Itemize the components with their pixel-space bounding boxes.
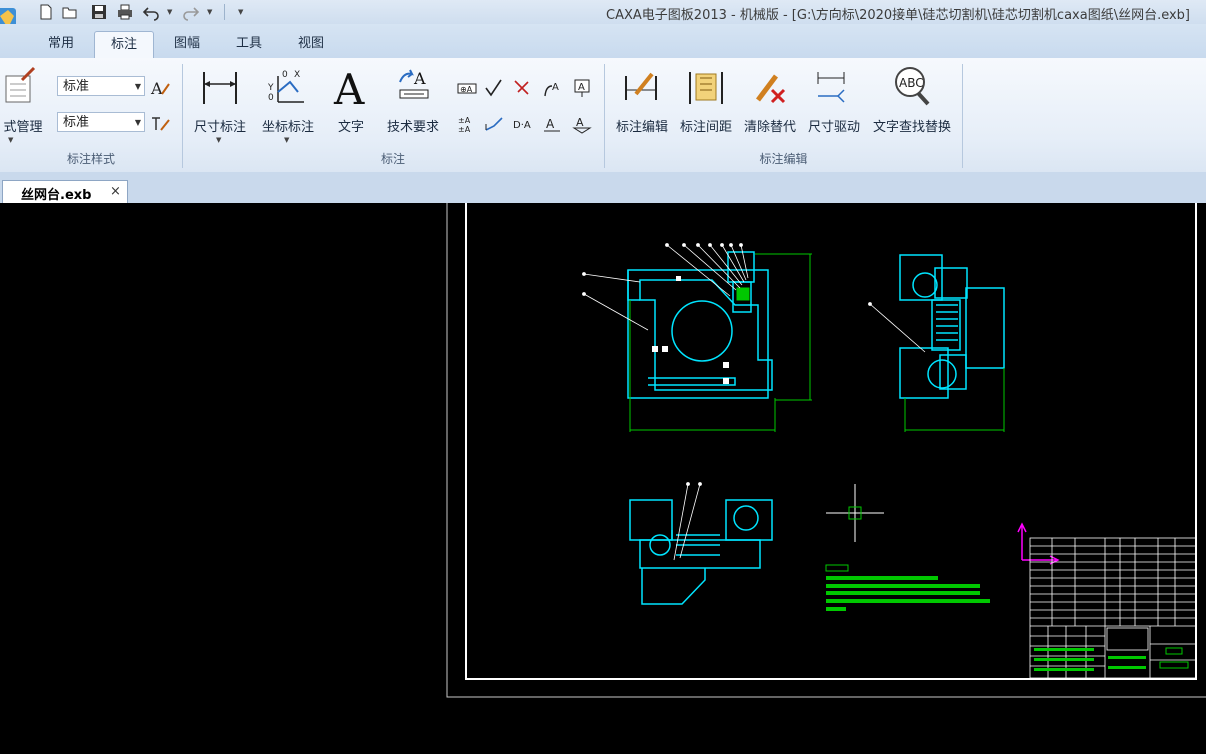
tech-requirement-label: 技术要求 <box>386 120 439 135</box>
dim-spacing-button[interactable]: 标注间距 <box>674 64 738 144</box>
undo-icon[interactable] <box>142 3 160 21</box>
chevron-down-icon: ▼ <box>134 118 141 127</box>
tab-tools[interactable]: 工具 <box>222 31 276 58</box>
ribbon-tabs: 常用 标注 图幅 工具 视图 <box>0 24 1206 59</box>
tab-view[interactable]: 视图 <box>284 31 338 58</box>
center-mark-icon[interactable]: A <box>572 78 592 98</box>
style-manage-icon <box>5 66 36 103</box>
roughness-icon[interactable] <box>484 78 504 98</box>
dim-spacing-icon <box>689 72 723 104</box>
flip-text-icon[interactable]: A <box>572 114 592 134</box>
text-style-combo[interactable]: 标准 ▼ <box>57 76 145 96</box>
redo-dropdown-icon[interactable]: ▼ <box>207 8 212 16</box>
undo-dropdown-icon[interactable]: ▼ <box>167 8 172 16</box>
svg-text:0: 0 <box>268 93 274 103</box>
text-label: 文字 <box>337 120 364 135</box>
chain-dim-icon[interactable]: ±A±A <box>457 114 477 134</box>
svg-text:ABC: ABC <box>899 76 924 90</box>
text-icon: A <box>333 66 365 108</box>
print-icon[interactable] <box>116 3 134 21</box>
svg-text:A: A <box>150 79 163 98</box>
svg-text:Y: Y <box>268 83 274 93</box>
document-tab-name: 丝网台.exb <box>21 188 92 203</box>
slope-icon[interactable]: A <box>542 114 562 134</box>
edit-dim-label: 标注编辑 <box>615 120 668 135</box>
svg-text:±A: ±A <box>458 116 471 125</box>
svg-text:A: A <box>413 69 426 88</box>
save-icon[interactable] <box>90 3 108 21</box>
annotation-group-label: 标注 <box>380 152 405 166</box>
coordinate-dim-dropdown-icon[interactable]: ▼ <box>284 136 289 144</box>
tech-requirement-icon: A <box>399 69 429 99</box>
dimension-label: 尺寸标注 <box>193 120 246 135</box>
title-bar: ▼ ▼ ▼ CAXA电子图板2013 - 机械版 - [G:\方向标\2020接… <box>0 0 1206 30</box>
tab-common[interactable]: 常用 <box>34 31 88 58</box>
new-icon[interactable] <box>37 3 55 21</box>
svg-text:A: A <box>546 117 555 131</box>
dim-style-value: 标准 <box>63 115 90 130</box>
clear-override-button[interactable]: 清除替代 <box>738 64 802 144</box>
svg-text:±A: ±A <box>458 125 471 134</box>
drawing-canvas[interactable] <box>0 203 1206 754</box>
chevron-down-icon: ▼ <box>134 82 141 91</box>
svg-text:A: A <box>578 82 585 93</box>
clear-override-label: 清除替代 <box>743 120 796 135</box>
open-icon[interactable] <box>61 3 79 21</box>
dim-spacing-label: 标注间距 <box>679 120 732 135</box>
document-tab-bar: 丝网台.exb × <box>0 172 1206 203</box>
leader-icon[interactable]: A <box>542 78 562 98</box>
datum-icon[interactable]: ⊕A <box>457 78 477 98</box>
text-style-value: 标准 <box>63 79 90 94</box>
dim-style-combo[interactable]: 标准 ▼ <box>57 112 145 132</box>
coordinate-dim-icon: 0 XY0 <box>268 70 304 103</box>
svg-text:A: A <box>576 116 584 129</box>
svg-text:A: A <box>333 66 365 108</box>
svg-text:A: A <box>552 82 559 93</box>
qa-separator <box>224 4 225 20</box>
dim-style-icon[interactable] <box>150 114 170 134</box>
svg-text:X: X <box>294 70 300 80</box>
find-replace-label: 文字查找替换 <box>872 120 951 135</box>
svg-text:0: 0 <box>282 70 288 80</box>
clear-override-icon <box>756 74 786 104</box>
text-style-icon[interactable]: A <box>150 78 170 98</box>
svg-text:⊕A: ⊕A <box>460 85 473 94</box>
redo-icon[interactable] <box>182 3 200 21</box>
document-tab[interactable]: 丝网台.exb × <box>2 180 128 203</box>
find-replace-button[interactable]: ABC 文字查找替换 <box>868 64 956 144</box>
ribbon-panel: 式管理 ▼ 标准 ▼ 标准 ▼ A 标注样式 尺寸标注 ▼ 0XY0 坐标标注 … <box>0 58 1206 173</box>
find-replace-icon: ABC <box>895 67 930 106</box>
weld-icon[interactable] <box>512 78 532 98</box>
customize-icon[interactable]: ▼ <box>238 8 243 16</box>
window-title: CAXA电子图板2013 - 机械版 - [G:\方向标\2020接单\硅芯切割… <box>606 8 1190 23</box>
edit-group-label: 标注编辑 <box>759 152 808 166</box>
dim-drive-label: 尺寸驱动 <box>807 120 860 135</box>
edit-dim-icon <box>625 72 657 100</box>
dimension-button[interactable]: 尺寸标注 ▼ <box>188 64 252 148</box>
dim-drive-icon <box>817 72 845 103</box>
tech-requirement-button[interactable]: A 技术要求 <box>380 64 446 144</box>
style-manage-dropdown-icon[interactable]: ▼ <box>8 136 13 144</box>
group-separator <box>962 64 963 168</box>
svg-text:D·A: D·A <box>513 120 531 131</box>
text-button[interactable]: A 文字 <box>326 64 376 144</box>
dimension-dropdown-icon[interactable]: ▼ <box>216 136 221 144</box>
angle-dim-icon[interactable]: D·A <box>512 114 532 134</box>
coordinate-dim-label: 坐标标注 <box>261 120 314 135</box>
style-group-label: 标注样式 <box>66 152 115 166</box>
coordinate-dim-button[interactable]: 0XY0 坐标标注 ▼ <box>256 64 320 148</box>
dim-drive-button[interactable]: 尺寸驱动 <box>802 64 866 144</box>
style-manage-label: 式管理 <box>3 120 43 135</box>
dimension-icon <box>203 72 237 104</box>
close-icon[interactable]: × <box>110 184 121 199</box>
tab-annotation[interactable]: 标注 <box>94 31 154 59</box>
style-manage-button[interactable]: 式管理 ▼ <box>0 64 52 144</box>
edit-dim-button[interactable]: 标注编辑 <box>610 64 674 144</box>
arc-dim-icon[interactable] <box>484 114 504 134</box>
tab-sheet[interactable]: 图幅 <box>160 31 214 58</box>
